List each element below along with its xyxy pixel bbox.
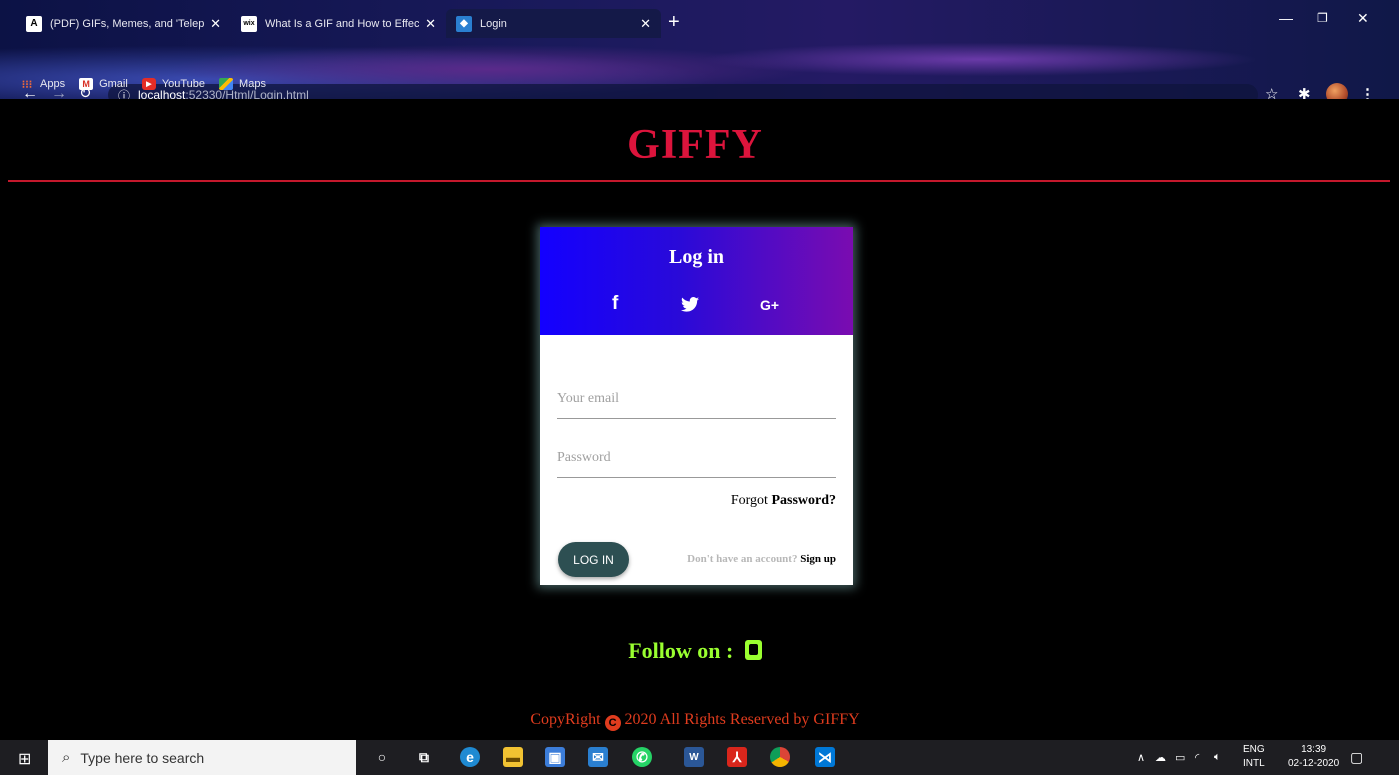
email-field-wrapper <box>557 373 836 419</box>
twitter-icon[interactable] <box>681 297 699 317</box>
search-icon: ⌕ <box>62 749 71 766</box>
tab-what-is-gif[interactable]: wix What Is a GIF and How to Effecti ✕ <box>231 9 446 38</box>
lang-top: ENG <box>1243 744 1265 755</box>
gmail-icon: M <box>79 78 94 90</box>
taskbar-search-placeholder: Type here to search <box>80 749 205 766</box>
lang-bottom: INTL <box>1243 758 1265 769</box>
close-tab-icon[interactable]: ✕ <box>640 16 651 32</box>
notifications-icon[interactable]: ▢ <box>1350 749 1363 766</box>
bookmark-label: Gmail <box>99 78 128 90</box>
mail-icon[interactable]: ✉ <box>588 747 608 767</box>
signup-prompt: Don't have an account? <box>687 553 801 565</box>
tab-login[interactable]: ◆ Login ✕ <box>446 9 661 38</box>
signup-line: Don't have an account? Sign up <box>687 553 836 565</box>
volume-icon[interactable]: 🔈︎ <box>1214 751 1221 764</box>
tab-bar: A (PDF) GIFs, Memes, and 'Telephili ✕ wi… <box>0 0 1399 38</box>
clock-time: 13:39 <box>1301 744 1327 755</box>
email-input[interactable] <box>557 391 836 407</box>
google-plus-icon[interactable]: G+ <box>760 297 779 313</box>
maximize-icon[interactable]: ❐ <box>1317 11 1328 25</box>
cortana-icon[interactable]: ○ <box>372 747 392 767</box>
browser-chrome: A (PDF) GIFs, Memes, and 'Telephili ✕ wi… <box>0 0 1399 106</box>
youtube-icon: ▶ <box>141 78 156 90</box>
login-button[interactable]: LOG IN <box>558 542 629 577</box>
bookmark-youtube[interactable]: ▶ YouTube <box>141 78 206 90</box>
maps-icon <box>219 78 234 90</box>
wifi-icon[interactable]: ◜ <box>1195 751 1199 764</box>
close-window-icon[interactable]: ✕ <box>1357 10 1369 27</box>
wix-favicon-icon: wix <box>241 15 257 32</box>
edge-icon[interactable]: e <box>460 747 480 767</box>
tab-title: Login <box>480 17 507 30</box>
clock-date: 02-12-2020 <box>1288 758 1340 769</box>
bookmark-label: YouTube <box>161 78 206 90</box>
onedrive-icon[interactable]: ☁ <box>1155 751 1166 764</box>
bookmark-maps[interactable]: Maps <box>219 78 266 90</box>
facebook-icon[interactable]: f <box>612 293 618 315</box>
login-card: Log in f G+ Forgot Password? LOG IN Don'… <box>540 227 853 585</box>
tab-title: What Is a GIF and How to Effecti <box>265 17 420 30</box>
site-brand-title: GIFFY <box>627 122 763 168</box>
battery-icon[interactable]: ▭ <box>1175 751 1185 764</box>
login-title: Log in <box>668 246 725 268</box>
academia-favicon-icon: A <box>26 15 42 32</box>
tab-pdf-gifs[interactable]: A (PDF) GIFs, Memes, and 'Telephili ✕ <box>16 9 231 38</box>
new-tab-icon[interactable]: + <box>668 12 680 32</box>
password-input[interactable] <box>557 450 836 466</box>
close-tab-icon[interactable]: ✕ <box>425 16 436 32</box>
windows-start-icon[interactable]: ⊞ <box>18 749 31 769</box>
bookmark-gmail[interactable]: M Gmail <box>79 78 128 90</box>
task-view-icon[interactable]: ⧉ <box>414 747 434 767</box>
copyright-text: 2020 All Rights Reserved by GIFFY <box>620 711 860 728</box>
copyright-icon: C <box>604 715 621 731</box>
acrobat-icon[interactable]: ⅄ <box>727 747 747 767</box>
store-icon[interactable]: ▣ <box>545 747 565 767</box>
vscode-icon[interactable]: ⋊ <box>815 747 835 767</box>
taskbar-clock[interactable]: 13:39 02-12-2020 <box>1288 743 1339 771</box>
forgot-password-link[interactable]: Forgot Password? <box>731 493 836 509</box>
social-book-icon[interactable] <box>744 640 762 660</box>
address-bar-row: ← → ↻ ⓘ localhost:52330/Html/Login.html … <box>0 40 1399 106</box>
bookmark-apps[interactable]: ⁝⁝⁝ Apps <box>20 78 66 91</box>
chrome-icon[interactable] <box>770 747 790 767</box>
bookmark-label: Apps <box>40 78 66 90</box>
close-tab-icon[interactable]: ✕ <box>210 16 221 32</box>
bookmarks-bar: ⁝⁝⁝ Apps M Gmail ▶ YouTube Maps <box>0 72 1399 96</box>
footer-copyright: CopyRight C 2020 All Rights Reserved by … <box>0 711 1390 731</box>
login-card-header: Log in f G+ <box>540 227 853 335</box>
tab-title: (PDF) GIFs, Memes, and 'Telephili <box>50 17 205 30</box>
tray-overflow-icon[interactable]: ∧ <box>1137 751 1145 764</box>
taskbar-search[interactable]: ⌕ Type here to search <box>48 740 356 775</box>
password-field-wrapper <box>557 432 836 478</box>
minimize-icon[interactable]: — <box>1279 10 1293 26</box>
bookmark-label: Maps <box>239 78 266 90</box>
page-favicon-icon: ◆ <box>456 15 472 32</box>
whatsapp-icon[interactable]: ✆ <box>632 747 652 767</box>
follow-label: Follow on : <box>628 638 734 663</box>
copyright-prefix: CopyRight <box>530 711 605 728</box>
header-divider <box>8 180 1390 182</box>
windows-taskbar: ⊞ ⌕ Type here to search ○ ⧉ e ▬ ▣ ✉ ✆ W … <box>0 740 1399 775</box>
forgot-bold: Password? <box>771 493 836 508</box>
forgot-prefix: Forgot <box>730 493 772 508</box>
apps-grid-icon: ⁝⁝⁝ <box>21 78 33 91</box>
language-indicator[interactable]: ENG INTL <box>1243 743 1265 771</box>
word-icon[interactable]: W <box>684 747 704 767</box>
signup-link[interactable]: Sign up <box>800 553 836 565</box>
follow-section: Follow on : <box>0 638 1390 664</box>
file-explorer-icon[interactable]: ▬ <box>503 747 523 767</box>
page-viewport: GIFFY Log in f G+ Forgot Password? LOG I… <box>0 99 1399 740</box>
